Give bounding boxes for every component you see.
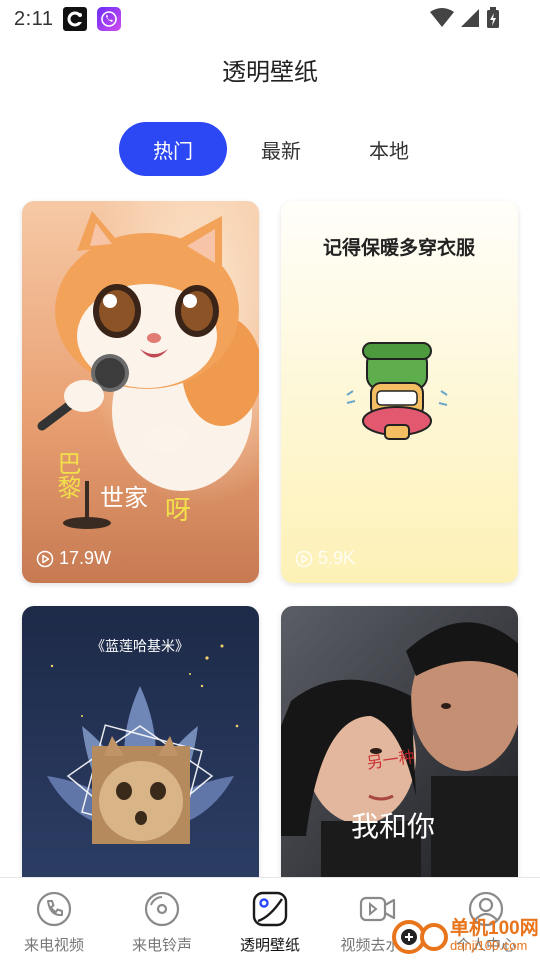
view-count-text: 5.9K: [318, 548, 356, 568]
wifi-icon: [430, 8, 454, 27]
tab-hot[interactable]: 热门: [119, 122, 227, 176]
blue-lotus-image: 《蓝莲哈基米》: [22, 606, 259, 877]
play-icon: [36, 550, 54, 567]
card-caption: 记得保暖多穿衣服: [323, 236, 476, 259]
page-title: 透明壁纸: [222, 59, 318, 86]
tab-local[interactable]: 本地: [335, 122, 443, 176]
keep-warm-image: 记得保暖多穿衣服: [281, 201, 518, 583]
signal-icon: [461, 9, 479, 27]
overlay-text-paris: 巴黎: [53, 451, 81, 499]
watermark-line1: 单机100网: [450, 918, 539, 940]
nav-label: 来电铃声: [131, 937, 192, 954]
vinyl-icon: [144, 891, 180, 927]
couple-poster-image: 另一种 我和你: [281, 606, 518, 877]
overlay-text-ya: 呀: [165, 496, 191, 526]
nav-ringtone[interactable]: 来电铃声: [108, 878, 216, 960]
status-bar: 2:11: [0, 0, 540, 38]
overlay-text-family: 世家: [100, 484, 148, 512]
site-watermark: 单机100网 danji100.com: [392, 916, 539, 956]
nav-label: 来电视频: [23, 937, 84, 954]
c-app-icon: [63, 7, 88, 31]
nav-transparent-wallpaper[interactable]: 透明壁纸: [216, 878, 324, 960]
phone-icon: [36, 891, 72, 927]
play-icon: [295, 550, 313, 567]
view-count: 17.9W: [36, 548, 111, 569]
cat-singing-image: 巴黎 世家 呀: [22, 201, 259, 583]
battery-icon: [487, 7, 499, 28]
nav-label: 透明壁纸: [239, 937, 300, 954]
view-count: 5.9K: [295, 548, 355, 569]
status-time: 2:11: [14, 7, 54, 30]
card-caption: 《蓝莲哈基米》: [91, 638, 189, 655]
wallpaper-icon: [252, 891, 288, 927]
wallpaper-card[interactable]: 另一种 我和你: [281, 606, 518, 877]
wallpaper-card[interactable]: 《蓝莲哈基米》: [22, 606, 259, 877]
watermark-line2: danji100.com: [450, 938, 528, 954]
card-caption: 我和你: [351, 810, 435, 843]
tab-bar: 热门 最新 本地: [119, 122, 443, 176]
nav-incoming-video[interactable]: 来电视频: [0, 878, 108, 960]
status-icons: [430, 7, 500, 29]
tab-latest[interactable]: 最新: [227, 122, 335, 176]
view-count-text: 17.9W: [59, 548, 112, 568]
watermark-logo-icon: [392, 920, 448, 954]
wallpaper-card[interactable]: 巴黎 世家 呀 17.9W: [22, 201, 259, 583]
wallpaper-card[interactable]: 记得保暖多穿衣服 5.9K: [281, 201, 518, 583]
phone-app-icon: [97, 7, 122, 31]
